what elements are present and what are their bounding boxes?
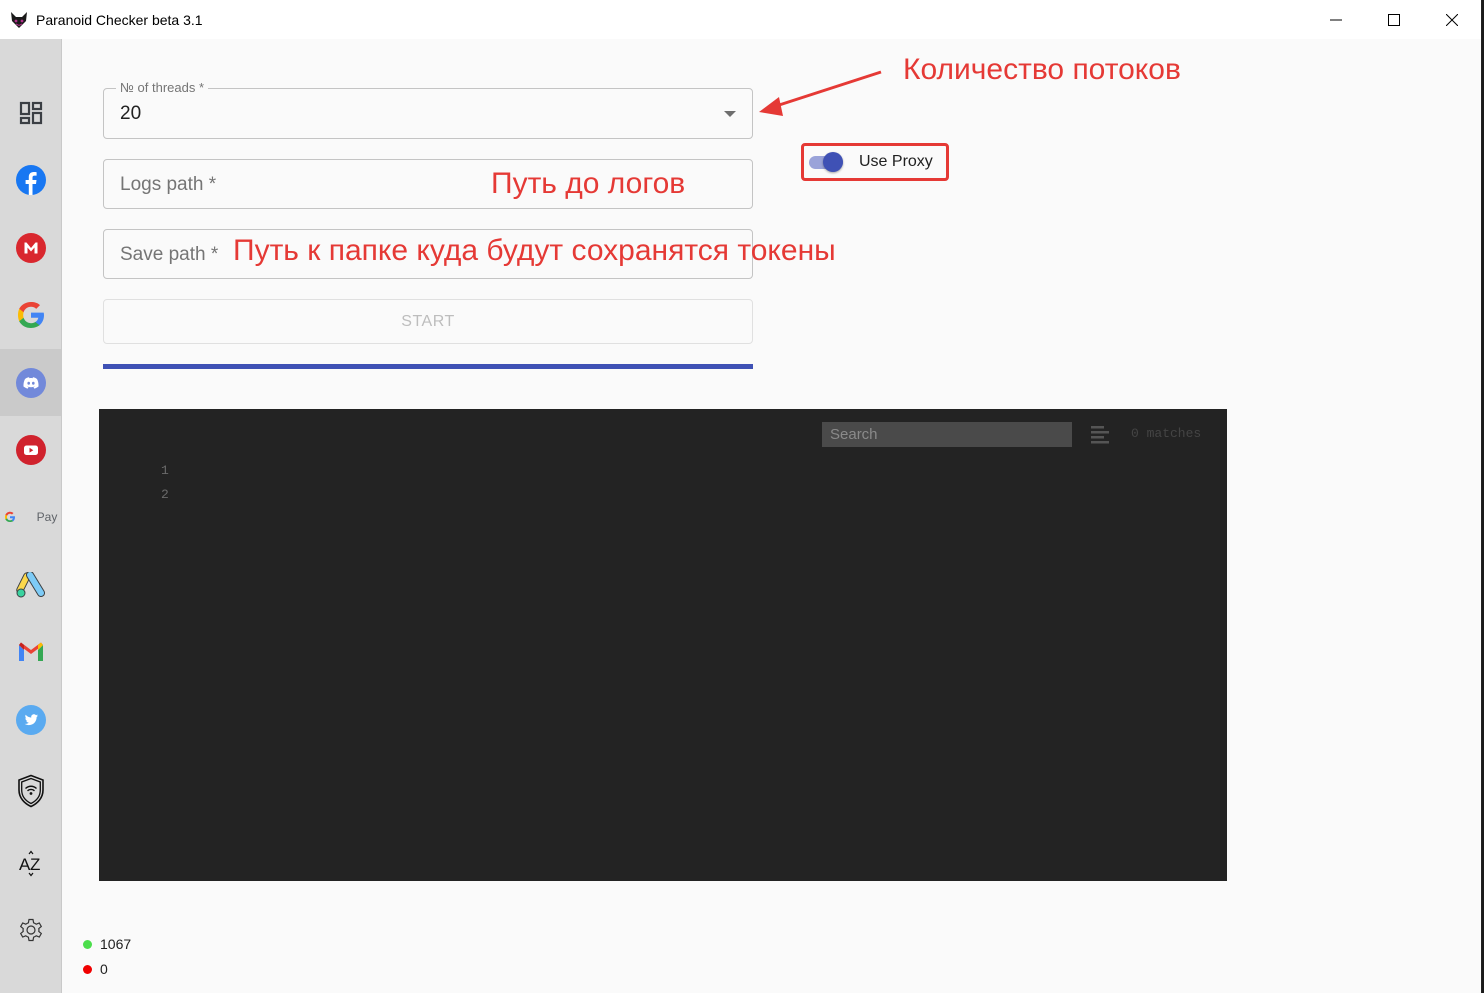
valid-count: 1067 — [83, 936, 131, 952]
mega-icon — [15, 232, 46, 263]
youtube-icon — [15, 434, 46, 465]
green-dot-icon — [83, 939, 92, 949]
shield-wifi-icon — [17, 774, 44, 807]
sidebar-item-dashboard[interactable] — [0, 79, 61, 146]
line-number: 2 — [161, 487, 169, 502]
annotation-threads: Количество потоков — [903, 53, 1181, 86]
use-proxy-toggle[interactable] — [807, 152, 847, 172]
google-pay-icon — [4, 511, 15, 522]
red-dot-icon — [83, 964, 92, 974]
use-proxy-label: Use Proxy — [859, 153, 933, 170]
maximize-button[interactable] — [1365, 0, 1423, 39]
sidebar-item-settings[interactable] — [0, 896, 61, 963]
sidebar-item-youtube[interactable] — [0, 416, 61, 483]
sidebar-item-twitter[interactable] — [0, 686, 61, 753]
use-proxy-highlight: Use Proxy — [801, 143, 949, 181]
sidebar-item-google-ads[interactable] — [0, 551, 61, 618]
app-window: Paranoid Checker beta 3.1 Pay A Z № of t… — [0, 0, 1482, 993]
svg-text:Z: Z — [30, 855, 40, 874]
save-path-placeholder: Save path * — [120, 244, 219, 265]
filter-lines-icon[interactable] — [1091, 424, 1111, 444]
sidebar: Pay A Z — [0, 39, 62, 993]
threads-select[interactable]: № of threads * 20 — [103, 80, 753, 139]
sidebar-item-google[interactable] — [0, 281, 61, 348]
sidebar-item-mega[interactable] — [0, 214, 61, 281]
google-pay-label: Pay — [36, 509, 58, 524]
threads-label: № of threads * — [116, 80, 209, 95]
cat-mask-icon — [10, 11, 28, 29]
sidebar-item-discord[interactable] — [0, 349, 61, 416]
annotation-arrow — [759, 70, 882, 116]
minimize-button[interactable] — [1307, 0, 1365, 39]
window-title: Paranoid Checker beta 3.1 — [36, 11, 203, 28]
google-ads-icon — [15, 571, 45, 597]
invalid-count-value: 0 — [100, 961, 108, 977]
logs-path-placeholder: Logs path * — [120, 174, 217, 195]
invalid-count: 0 — [83, 961, 108, 977]
dashboard-grid-icon — [19, 101, 42, 124]
annotation-save-path: Путь к папке куда будут сохранятся токен… — [233, 234, 836, 267]
minimize-icon — [1330, 19, 1342, 20]
sidebar-item-vpn-shield[interactable] — [0, 757, 61, 824]
title-bar: Paranoid Checker beta 3.1 — [0, 0, 1481, 39]
progress-bar — [103, 364, 753, 369]
start-button[interactable]: START — [103, 299, 753, 344]
sidebar-item-google-pay[interactable]: Pay — [0, 483, 61, 550]
sort-az-icon: A Z — [19, 850, 40, 876]
close-icon — [1446, 13, 1458, 26]
close-button[interactable] — [1423, 0, 1481, 39]
chevron-down-icon[interactable] — [724, 111, 736, 117]
sidebar-item-gmail[interactable] — [0, 618, 61, 685]
sidebar-item-facebook[interactable] — [0, 146, 61, 213]
line-number: 1 — [161, 463, 169, 478]
threads-value: 20 — [120, 103, 142, 124]
log-editor[interactable]: Search 0 matches 1 2 — [99, 409, 1227, 881]
twitter-icon — [15, 704, 46, 735]
search-matches-count: 0 matches — [1131, 426, 1202, 441]
maximize-icon — [1388, 13, 1400, 26]
annotation-logs-path: Путь до логов — [491, 167, 686, 200]
toggle-thumb — [823, 152, 843, 172]
gear-icon — [19, 918, 42, 941]
main-content: № of threads * 20 Logs path * Save path … — [63, 39, 1481, 993]
gmail-icon — [18, 642, 43, 661]
valid-count-value: 1067 — [100, 936, 132, 952]
google-icon — [17, 301, 44, 328]
editor-search-input[interactable]: Search — [822, 422, 1072, 447]
sidebar-item-sort[interactable]: A Z — [0, 829, 61, 896]
discord-icon — [15, 367, 46, 398]
facebook-icon — [15, 164, 46, 195]
